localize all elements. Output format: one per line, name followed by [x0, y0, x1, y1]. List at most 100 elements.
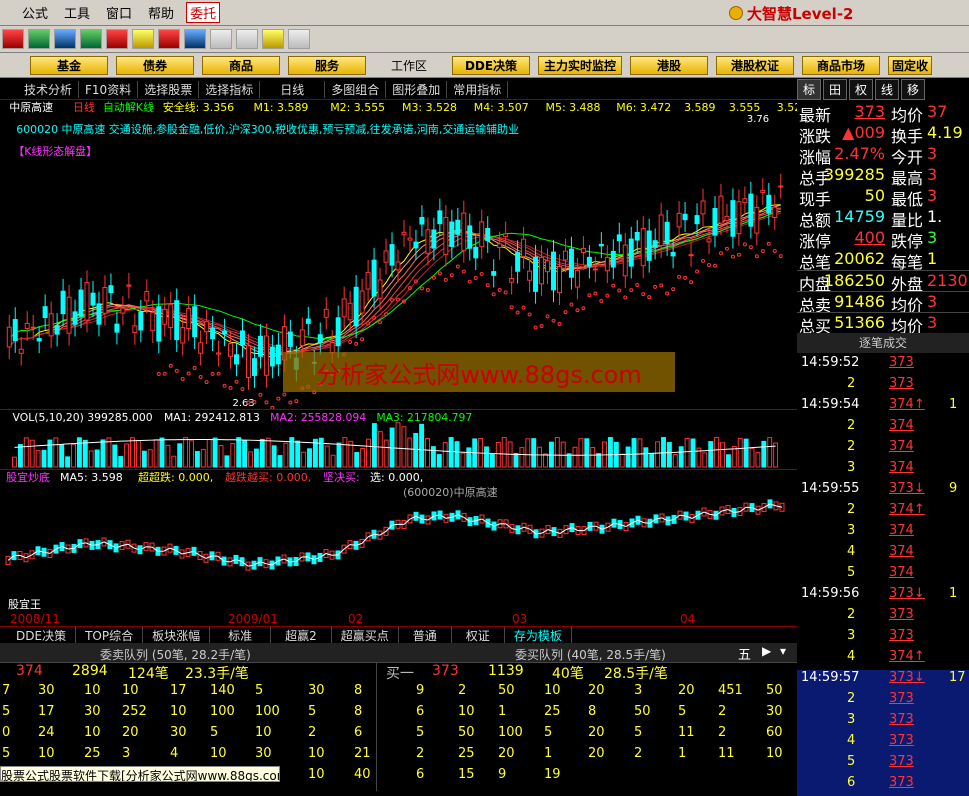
- volume-bar: [720, 442, 725, 468]
- tab-f10[interactable]: F10资料: [79, 80, 139, 98]
- chart-bars-icon[interactable]: [28, 29, 50, 49]
- menu-item-window[interactable]: 窗口: [98, 3, 140, 22]
- sar-dot: [425, 287, 430, 292]
- nav-hk[interactable]: 港股: [630, 55, 708, 75]
- candle-body: [30, 326, 36, 329]
- candle-body: [108, 285, 114, 294]
- sar-dot: [659, 283, 664, 288]
- tick-cell: 14:59:52: [801, 355, 860, 370]
- quote-value: 1: [927, 249, 938, 268]
- btab-sector[interactable]: 板块涨幅: [143, 627, 211, 643]
- brand-logo: 大智慧Level-2: [569, 0, 969, 26]
- tick-cell: 4: [847, 733, 856, 748]
- vol-label: VOL(5,10,20) 399285.000: [13, 411, 153, 424]
- sell-queue-cell: 100: [210, 704, 235, 719]
- sell-queue-cell: 30: [38, 683, 55, 698]
- sar-dot: [198, 374, 203, 379]
- diamond-icon[interactable]: [132, 29, 154, 49]
- menu-item-formula[interactable]: 公式: [14, 3, 56, 22]
- sell-head-cell: 23.3手/笔: [185, 666, 249, 682]
- menu-item-tools[interactable]: 工具: [56, 3, 98, 22]
- btab-top[interactable]: TOP综合: [76, 627, 144, 643]
- notepad-icon[interactable]: [210, 29, 232, 49]
- window-icon[interactable]: [236, 29, 258, 49]
- quote-value: 3: [927, 228, 938, 247]
- btab-dde[interactable]: DDE决策: [0, 627, 77, 643]
- nav-monitor[interactable]: 主力实时监控: [538, 55, 622, 75]
- side-tab-right[interactable]: 权: [849, 79, 873, 100]
- sar-dot: [228, 385, 233, 390]
- buy-queue-cell: 2: [634, 746, 643, 761]
- volume-bar: [141, 450, 147, 468]
- quote-value: 3: [927, 292, 938, 311]
- tab-overlay[interactable]: 图形叠加: [386, 80, 448, 98]
- side-tab-mark[interactable]: 标: [797, 79, 821, 100]
- volume-chart[interactable]: VOL(5,10,20) 399285.000 MA1: 292412.813 …: [0, 410, 797, 470]
- footer-link[interactable]: 股票公式股票软件下载[分析家公式网www.88gs.com]: [0, 766, 280, 782]
- tab-technical[interactable]: 技术分析: [0, 80, 80, 98]
- books-icon[interactable]: [262, 29, 284, 49]
- nav-commodity[interactable]: 商品: [202, 55, 280, 75]
- volume-bar: [572, 446, 578, 468]
- tick-row: 4 373: [797, 733, 969, 754]
- tab-select-stock[interactable]: 选择股票: [138, 80, 200, 98]
- menu-item-help[interactable]: 帮助: [140, 3, 182, 22]
- indicator-chart[interactable]: 股宜炒底 MA5: 3.598 超超跌: 0.000, 越跌越买: 0.000,…: [0, 470, 797, 612]
- alarm-icon[interactable]: [80, 29, 102, 49]
- volume-bar: [366, 438, 371, 468]
- globe-icon[interactable]: [184, 29, 206, 49]
- volume-bar: [655, 441, 661, 468]
- tick-cell: 4: [847, 649, 856, 664]
- volume-bar: [560, 441, 566, 468]
- tab-select-indicator[interactable]: 选择指标: [199, 80, 261, 98]
- volume-bar: [537, 446, 543, 468]
- binoculars-icon[interactable]: [54, 29, 76, 49]
- candle-body: [568, 248, 574, 278]
- btab-standard[interactable]: 标准: [210, 627, 272, 643]
- tick-cell: 3: [847, 712, 856, 727]
- nav-bond[interactable]: 债券: [116, 55, 194, 75]
- quote-value: 3: [927, 165, 938, 184]
- volume-bar: [194, 451, 200, 468]
- nav-hk-warrant[interactable]: 港股权证: [716, 55, 794, 75]
- side-tab-grid[interactable]: 田: [823, 79, 847, 100]
- candle-body: [473, 246, 479, 259]
- sell-queue-cell: 10: [308, 767, 325, 782]
- shoe-icon[interactable]: [158, 29, 180, 49]
- candle-body: [586, 256, 592, 267]
- sar-dot: [360, 337, 365, 342]
- btab-chaoying2[interactable]: 超赢2: [271, 627, 332, 643]
- btab-save-template[interactable]: 存为模板: [505, 627, 572, 643]
- sar-dot: [575, 308, 580, 313]
- help-icon[interactable]: [106, 29, 128, 49]
- whatis-icon[interactable]: [288, 29, 310, 49]
- nav-dde[interactable]: DDE决策: [452, 55, 530, 75]
- flag-icon[interactable]: [2, 29, 24, 49]
- quote-value: 91486: [834, 292, 885, 311]
- depth-toggle[interactable]: 五: [738, 644, 751, 663]
- tab-period[interactable]: 日线: [260, 80, 326, 98]
- tick-cell: 373: [889, 775, 914, 790]
- side-tab-line[interactable]: 线: [875, 79, 899, 100]
- candle-body: [730, 200, 736, 237]
- menu-item-trade[interactable]: 委托: [186, 2, 221, 23]
- btab-warrant[interactable]: 权证: [452, 627, 505, 643]
- side-tab-move[interactable]: 移: [901, 79, 925, 100]
- kline-pattern-tag[interactable]: 【K线形态解盘】: [13, 144, 97, 158]
- kline-ma-value: M3: 3.528: [402, 101, 457, 114]
- tab-multi-chart[interactable]: 多图组合: [325, 80, 387, 98]
- tab-common-indicator[interactable]: 常用指标: [447, 80, 509, 98]
- nav-workspace[interactable]: 工作区: [374, 56, 444, 75]
- play-icon[interactable]: ▶: [762, 644, 771, 658]
- volume-bar: [76, 437, 82, 468]
- chevron-down-icon[interactable]: ▾: [780, 644, 786, 658]
- btab-normal[interactable]: 普通: [399, 627, 452, 643]
- menu-bar: 公式 工具 窗口 帮助 委托 大智慧Level-2: [0, 0, 969, 26]
- nav-service[interactable]: 服务: [288, 55, 366, 75]
- nav-market[interactable]: 商品市场: [802, 55, 880, 75]
- nav-fund[interactable]: 基金: [30, 55, 108, 75]
- btab-buy-point[interactable]: 超赢买点: [332, 627, 399, 643]
- candle-body: [503, 233, 509, 238]
- nav-fixed[interactable]: 固定收: [888, 55, 932, 75]
- candle-body: [760, 189, 766, 193]
